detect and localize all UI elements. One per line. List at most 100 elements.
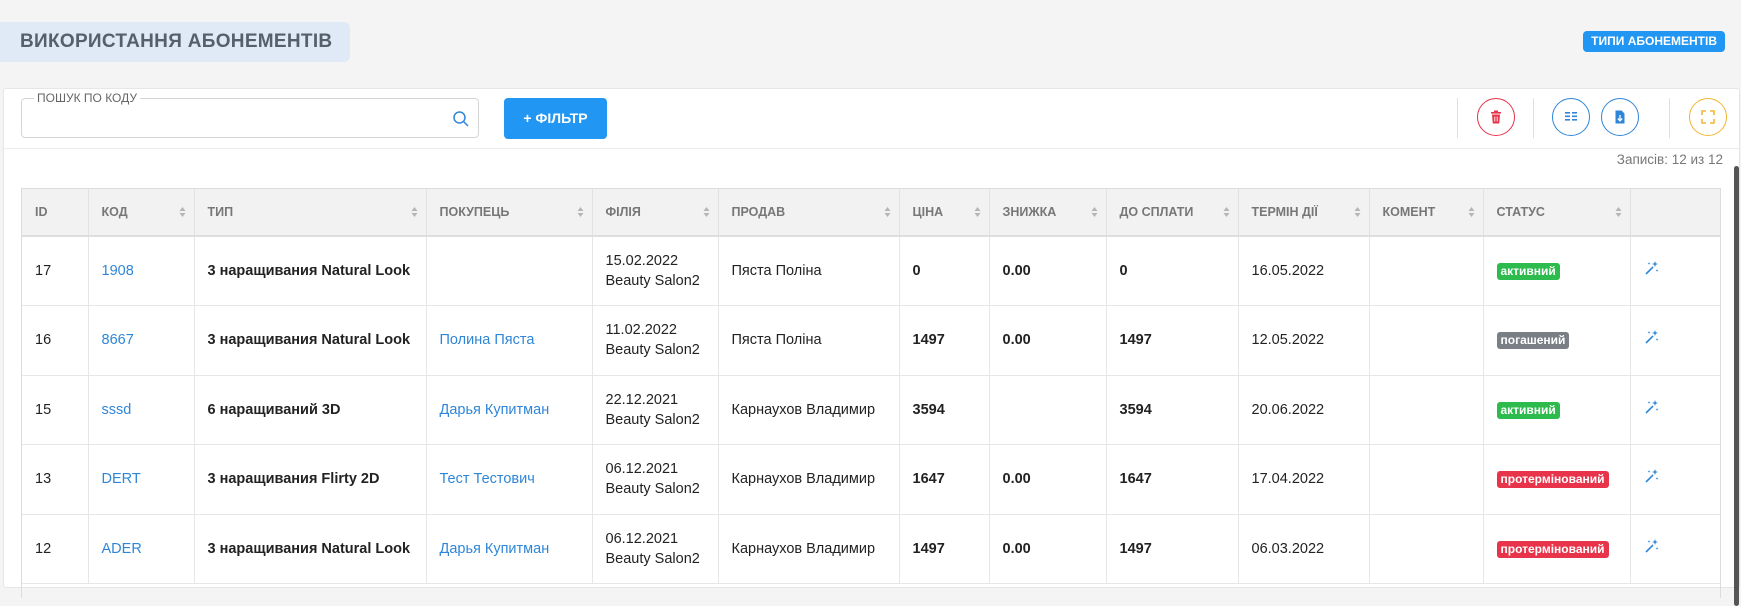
cell-actions <box>1630 444 1720 515</box>
column-header-label: КОМЕНТ <box>1382 205 1436 219</box>
buyer-link[interactable]: Дарья Купитман <box>440 402 550 418</box>
branch-name: Beauty Salon2 <box>605 411 700 428</box>
code-link[interactable]: ADER <box>102 541 142 557</box>
divider <box>1533 98 1534 138</box>
cell-buyer: Полина Пяста <box>426 305 593 376</box>
cell-buyer <box>426 236 593 306</box>
cell-branch: 22.12.2021 Beauty Salon2 <box>592 375 719 445</box>
cell-comment <box>1369 236 1484 306</box>
magic-wand-icon[interactable] <box>1644 538 1660 554</box>
status-badge: активний <box>1496 263 1560 280</box>
cell-buyer: Дарья Купитман <box>426 514 593 584</box>
sort-icon[interactable] <box>1468 206 1475 218</box>
table-row: 15 sssd 6 наращиваний 3D Дарья Купитман 22.1… <box>22 375 1720 445</box>
records-count: Записів: 12 из 12 <box>1616 152 1723 167</box>
code-link[interactable]: DERT <box>102 471 141 487</box>
cell-type: 3 наращивания Natural Look <box>194 305 427 376</box>
sort-icon[interactable] <box>703 206 710 218</box>
column-header-label: СТАТУС <box>1496 205 1545 219</box>
magic-wand-icon[interactable] <box>1644 468 1660 484</box>
cell-type: 3 наращивания Flirty 2D <box>194 444 427 515</box>
trash-icon <box>1491 110 1501 124</box>
column-header-label: ТИП <box>207 205 234 219</box>
code-link[interactable]: 8667 <box>102 332 134 348</box>
buyer-link[interactable]: Дарья Купитман <box>440 541 550 557</box>
status-badge: активний <box>1496 401 1560 419</box>
branch-name: Beauty Salon2 <box>605 342 700 359</box>
cell-seller: Карнаухов Владимир <box>718 514 900 584</box>
column-header-to-pay[interactable]: ДО СПЛАТИ <box>1106 189 1239 237</box>
cell-seller: Карнаухов Владимир <box>718 375 900 445</box>
sort-icon[interactable] <box>1091 206 1098 218</box>
cell-term: 20.06.2022 <box>1238 375 1370 445</box>
sort-icon[interactable] <box>179 206 186 218</box>
code-link[interactable]: 1908 <box>102 263 134 279</box>
cell-term: 17.04.2022 <box>1238 444 1370 515</box>
column-header-discount[interactable]: ЗНИЖКА <box>989 189 1107 237</box>
buyer-link[interactable]: Полина Пяста <box>440 332 535 348</box>
column-header-seller[interactable]: ПРОДАВ <box>718 189 900 237</box>
search-icon[interactable] <box>452 110 470 128</box>
sort-icon[interactable] <box>1223 206 1230 218</box>
cell-type: 3 наращивания Natural Look <box>194 236 427 306</box>
cell-status: протермінований <box>1483 514 1631 584</box>
status-badge: протермінований <box>1496 540 1609 558</box>
divider <box>1669 98 1670 138</box>
sort-icon[interactable] <box>1615 206 1622 218</box>
cell-to-pay: 0 <box>1106 236 1239 306</box>
column-header-status[interactable]: СТАТУС <box>1483 189 1631 237</box>
cell-id: 17 <box>22 236 89 306</box>
cell-to-pay: 1497 <box>1106 514 1239 584</box>
cell-actions <box>1630 375 1720 445</box>
cell-type: 3 наращивания Natural Look <box>194 514 427 584</box>
sort-icon[interactable] <box>974 206 981 218</box>
export-button[interactable] <box>1601 98 1639 136</box>
cell-code: sssd <box>88 375 195 445</box>
column-header-id[interactable]: ID <box>22 189 89 237</box>
column-header-term[interactable]: ТЕРМІН ДІЇ <box>1238 189 1370 237</box>
code-link[interactable]: sssd <box>102 402 132 418</box>
column-header-code[interactable]: КОД <box>88 189 195 237</box>
cell-id: 15 <box>22 375 89 445</box>
magic-wand-icon[interactable] <box>1644 399 1660 415</box>
scrollbar[interactable] <box>1734 166 1739 606</box>
cell-to-pay: 3594 <box>1106 375 1239 445</box>
column-header-comment[interactable]: КОМЕНТ <box>1369 189 1484 237</box>
subscription-types-button[interactable]: ТИПИ АБОНЕМЕНТІВ <box>1583 31 1725 52</box>
cell-comment <box>1369 444 1484 515</box>
search-field[interactable]: ПОШУК ПО КОДУ <box>21 91 479 138</box>
column-header-buyer[interactable]: ПОКУПЕЦЬ <box>426 189 593 237</box>
search-input[interactable] <box>30 107 434 131</box>
toolbar-divider <box>4 148 1739 149</box>
subscriptions-table: ID КОД ТИП ПОКУПЕЦЬ ФІЛІЯ ПРОДАВ ЦІНА ЗН… <box>21 188 1721 598</box>
sort-icon[interactable] <box>411 206 418 218</box>
column-header-label: ПРОДАВ <box>731 205 786 219</box>
cell-actions <box>1630 514 1720 584</box>
filter-button[interactable]: + ФІЛЬТР <box>504 98 607 139</box>
main-card: ПОШУК ПО КОДУ + ФІЛЬТР Записів: 12 из 12… <box>3 88 1740 598</box>
sale-date: 11.02.2022 <box>605 322 678 339</box>
cell-discount: 0.00 <box>989 236 1107 306</box>
table-row: 12 ADER 3 наращивания Natural Look Дарья Ку… <box>22 514 1720 584</box>
table-body: 17 1908 3 наращивания Natural Look 15.02.20… <box>22 236 1720 584</box>
sale-date: 15.02.2022 <box>605 253 679 269</box>
sort-icon[interactable] <box>1354 206 1361 218</box>
cell-price: 1497 <box>899 305 990 376</box>
cell-id: 16 <box>22 305 89 376</box>
column-header-branch[interactable]: ФІЛІЯ <box>592 189 719 237</box>
magic-wand-icon[interactable] <box>1644 329 1660 345</box>
column-header-actions <box>1630 189 1720 237</box>
cell-id: 12 <box>22 514 89 584</box>
magic-wand-icon[interactable] <box>1644 260 1660 276</box>
column-header-type[interactable]: ТИП <box>194 189 427 237</box>
columns-button[interactable] <box>1552 98 1590 136</box>
buyer-link[interactable]: Тест Тестович <box>440 471 535 487</box>
fullscreen-icon <box>1701 110 1715 124</box>
status-badge: погашений <box>1496 332 1570 350</box>
column-header-price[interactable]: ЦІНА <box>899 189 990 237</box>
fullscreen-button[interactable] <box>1689 98 1727 136</box>
sort-icon[interactable] <box>884 206 891 218</box>
sort-icon[interactable] <box>577 206 584 218</box>
column-header-label: ПОКУПЕЦЬ <box>439 205 510 219</box>
delete-button[interactable] <box>1477 98 1515 136</box>
